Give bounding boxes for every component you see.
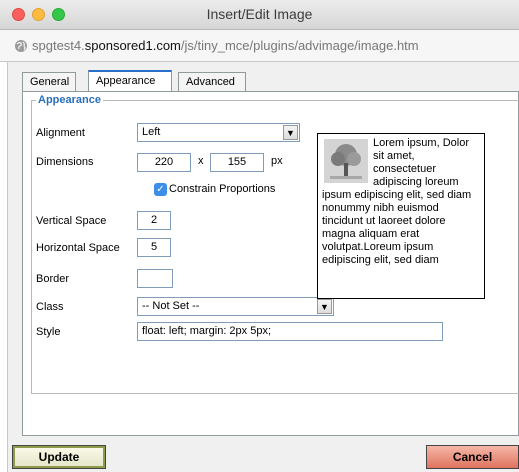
alignment-select[interactable]: Left ▼: [137, 123, 300, 142]
dimensions-unit: px: [271, 155, 283, 167]
dialog-body: General Appearance Advanced Appearance A…: [14, 62, 519, 472]
dimensions-separator: x: [198, 155, 204, 167]
width-input[interactable]: 220: [137, 153, 191, 172]
horizontal-space-label: Horizontal Space: [36, 242, 120, 254]
vertical-space-label: Vertical Space: [36, 215, 107, 227]
alignment-value: Left: [142, 126, 161, 138]
horizontal-space-input[interactable]: 5: [137, 238, 171, 257]
image-preview: Lorem ipsum, Dolor sit amet, consectetue…: [317, 133, 485, 299]
url-text[interactable]: spgtest4.sponsored1.com/js/tiny_mce/plug…: [32, 38, 419, 53]
constrain-proportions-checkbox[interactable]: ✓: [154, 183, 167, 196]
cancel-button[interactable]: Cancel: [426, 445, 519, 469]
tree-thumbnail-icon: [324, 139, 368, 183]
url-path: /js/tiny_mce/plugins/advimage/image.htm: [180, 38, 419, 53]
alignment-label: Alignment: [36, 127, 85, 139]
class-value: -- Not Set --: [142, 300, 200, 312]
appearance-panel: Appearance Alignment Left ▼ Dimensions 2…: [22, 91, 519, 436]
checkmark-icon: ✓: [156, 184, 165, 195]
class-select[interactable]: -- Not Set -- ▼: [137, 297, 334, 316]
class-label: Class: [36, 301, 64, 313]
url-domain: sponsored1.com: [84, 38, 181, 53]
tab-appearance[interactable]: Appearance: [88, 70, 172, 92]
url-prefix: spgtest4.: [32, 38, 85, 53]
dropdown-arrow-icon[interactable]: ▼: [283, 125, 298, 140]
height-input[interactable]: 155: [210, 153, 264, 172]
vertical-space-input[interactable]: 2: [137, 211, 171, 230]
background-window-edge: [0, 62, 8, 472]
constrain-proportions-label: Constrain Proportions: [169, 183, 276, 195]
dropdown-arrow-icon[interactable]: ▼: [317, 299, 332, 314]
tab-advanced[interactable]: Advanced: [178, 72, 246, 91]
window-title: Insert/Edit Image: [206, 6, 313, 22]
address-bar[interactable]: spgtest4.sponsored1.com/js/tiny_mce/plug…: [0, 30, 519, 62]
window-titlebar: Insert/Edit Image: [0, 0, 519, 30]
globe-icon: [15, 40, 27, 52]
appearance-legend: Appearance: [38, 94, 101, 106]
dimensions-label: Dimensions: [36, 156, 94, 168]
appearance-fieldset: Appearance Alignment Left ▼ Dimensions 2…: [31, 94, 519, 394]
update-button[interactable]: Update: [12, 445, 106, 469]
border-label: Border: [36, 273, 70, 285]
style-label: Style: [36, 326, 61, 338]
style-input[interactable]: float: left; margin: 2px 5px;: [137, 322, 443, 341]
border-input[interactable]: [137, 269, 173, 288]
tab-general[interactable]: General: [22, 72, 76, 91]
